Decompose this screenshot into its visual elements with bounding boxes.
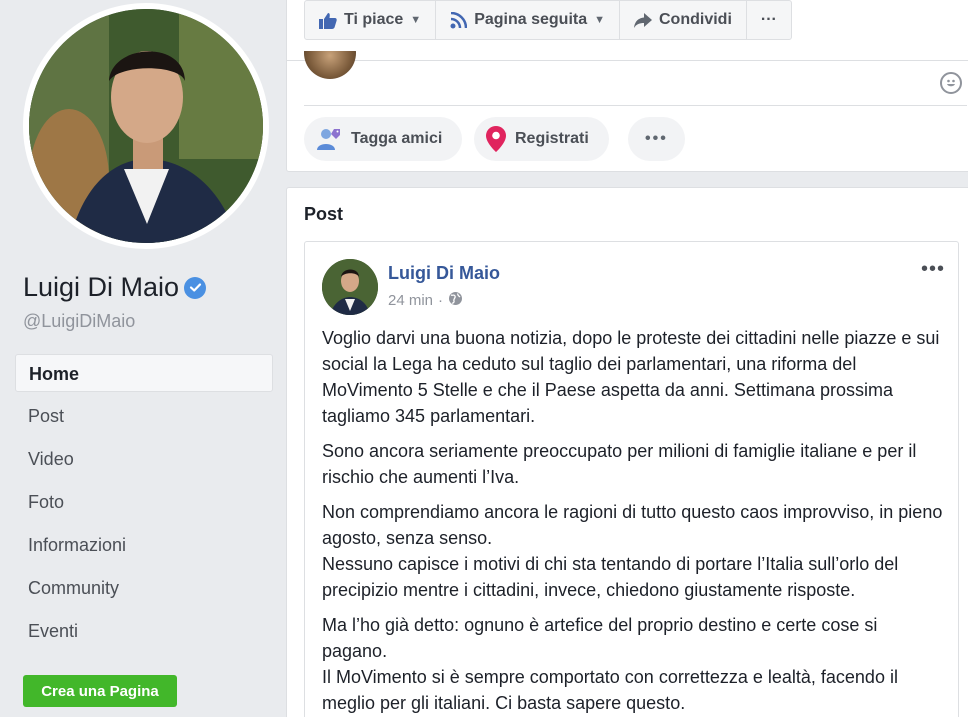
location-pin-icon [486, 126, 506, 152]
nav-item-eventi[interactable]: Eventi [15, 612, 273, 650]
composer-more-button[interactable]: ••• [628, 117, 685, 161]
nav-item-community[interactable]: Community [15, 569, 273, 607]
profile-picture[interactable] [23, 3, 269, 249]
post-meta: 24 min · [388, 291, 463, 310]
page-header-card: Ti piace ▼ Pagina seguita ▼ Condividi ··… [286, 0, 968, 172]
like-button[interactable]: Ti piace ▼ [305, 1, 437, 39]
create-page-button[interactable]: Crea una Pagina [23, 675, 177, 707]
profile-photo [29, 9, 263, 243]
checkin-label: Registrati [515, 130, 589, 147]
thumbs-up-icon [319, 12, 337, 29]
divider [304, 105, 967, 106]
nav-item-home[interactable]: Home [15, 354, 273, 392]
share-icon [634, 12, 652, 28]
profile-photo-illustration [29, 9, 263, 243]
facebook-page: Luigi Di Maio @LuigiDiMaio Home Post Vid… [0, 0, 968, 717]
tag-friends-label: Tagga amici [351, 130, 443, 147]
chevron-down-icon: ▼ [410, 14, 422, 26]
rss-icon [450, 11, 468, 29]
follow-label: Pagina seguita [474, 11, 588, 28]
meta-separator: · [438, 292, 444, 309]
share-label: Condividi [659, 11, 732, 28]
nav-item-post[interactable]: Post [15, 397, 273, 435]
divider [287, 60, 968, 61]
post-options-button[interactable]: ••• [921, 258, 945, 281]
more-actions-button[interactable]: ··· [747, 1, 791, 39]
post-timestamp[interactable]: 24 min [388, 292, 433, 309]
like-label: Ti piace [344, 11, 404, 28]
tag-friends-button[interactable]: Tagga amici [304, 117, 463, 161]
nav-item-foto[interactable]: Foto [15, 483, 273, 521]
post-paragraph: Sono ancora seriamente preoccupato per m… [322, 441, 917, 487]
page-handle[interactable]: @LuigiDiMaio [23, 311, 135, 332]
checkin-button[interactable]: Registrati [474, 117, 609, 161]
nav-item-informazioni[interactable]: Informazioni [15, 526, 273, 564]
post-paragraph: Voglio darvi una buona notizia, dopo le … [322, 328, 940, 426]
post-body: Voglio darvi una buona notizia, dopo le … [322, 325, 947, 717]
post-author-avatar[interactable] [322, 259, 378, 315]
nav-item-video[interactable]: Video [15, 440, 273, 478]
commenter-avatar [304, 51, 356, 79]
post-paragraph: Ma l’ho già detto: ognuno è artefice del… [322, 615, 898, 713]
emoji-icon[interactable] [940, 72, 962, 94]
share-button[interactable]: Condividi [620, 1, 747, 39]
author-avatar-illustration [322, 259, 378, 315]
posts-section: Post Luigi Di Maio 24 min · ••• Voglio d… [286, 187, 968, 717]
verified-check-icon [184, 276, 207, 299]
post-author-name[interactable]: Luigi Di Maio [388, 263, 500, 284]
page-name-text: Luigi Di Maio [23, 272, 180, 302]
globe-icon[interactable] [448, 291, 463, 310]
chevron-down-icon: ▼ [594, 14, 605, 26]
post-paragraph: Non comprendiamo ancora le ragioni di tu… [322, 502, 943, 600]
post-card: Luigi Di Maio 24 min · ••• Voglio darvi … [304, 241, 959, 717]
page-nav: Home Post Video Foto Informazioni Commun… [15, 354, 273, 655]
section-title: Post [304, 204, 344, 224]
tag-friends-icon [316, 127, 342, 151]
follow-button[interactable]: Pagina seguita ▼ [436, 1, 620, 39]
left-sidebar: Luigi Di Maio @LuigiDiMaio Home Post Vid… [0, 0, 286, 717]
page-action-bar: Ti piace ▼ Pagina seguita ▼ Condividi ··… [304, 0, 792, 40]
page-name: Luigi Di Maio [23, 272, 207, 303]
